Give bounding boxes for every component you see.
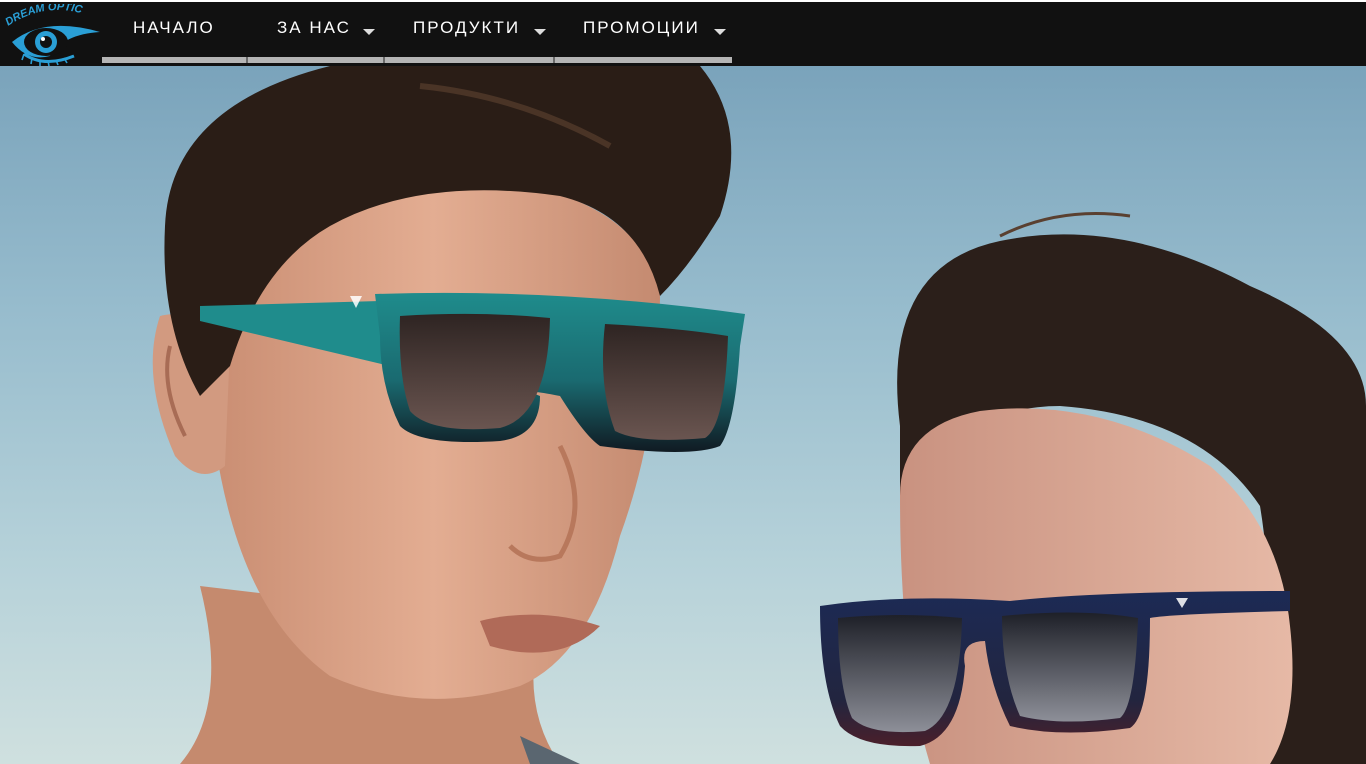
nav-item-about[interactable]: ЗА НАС [246,2,383,63]
logo-text: DREAM OPTIC [3,1,84,29]
dream-optic-logo[interactable]: DREAM OPTIC [3,1,104,67]
chevron-down-icon [714,29,726,35]
svg-text:DREAM OPTIC: DREAM OPTIC [4,4,85,28]
nav-item-label: НАЧАЛО [133,18,215,37]
nav-underline [383,57,553,63]
nav-underline [102,57,246,63]
nav-separator [383,57,385,63]
chevron-down-icon [534,29,546,35]
nav-separator [246,57,248,63]
nav-item-label: ПРОМОЦИИ [583,18,700,37]
nav-underline [246,57,383,63]
nav-item-label: ЗА НАС [277,18,351,37]
top-navigation-bar: DREAM OPTIC НАЧАЛО ЗА НАС ПРОДУКТИ ПРОМО… [0,1,1366,67]
nav-item-label: ПРОДУКТИ [413,18,521,37]
hero-illustration [152,66,1366,764]
nav-item-promotions[interactable]: ПРОМОЦИИ [553,2,732,63]
nav-underline [553,57,732,63]
nav-item-home[interactable]: НАЧАЛО [102,2,246,63]
nav-separator [553,57,555,63]
nav-item-products[interactable]: ПРОДУКТИ [383,2,553,63]
hero-image [0,66,1366,764]
eye-icon: DREAM OPTIC [3,1,100,67]
chevron-down-icon [363,29,375,35]
